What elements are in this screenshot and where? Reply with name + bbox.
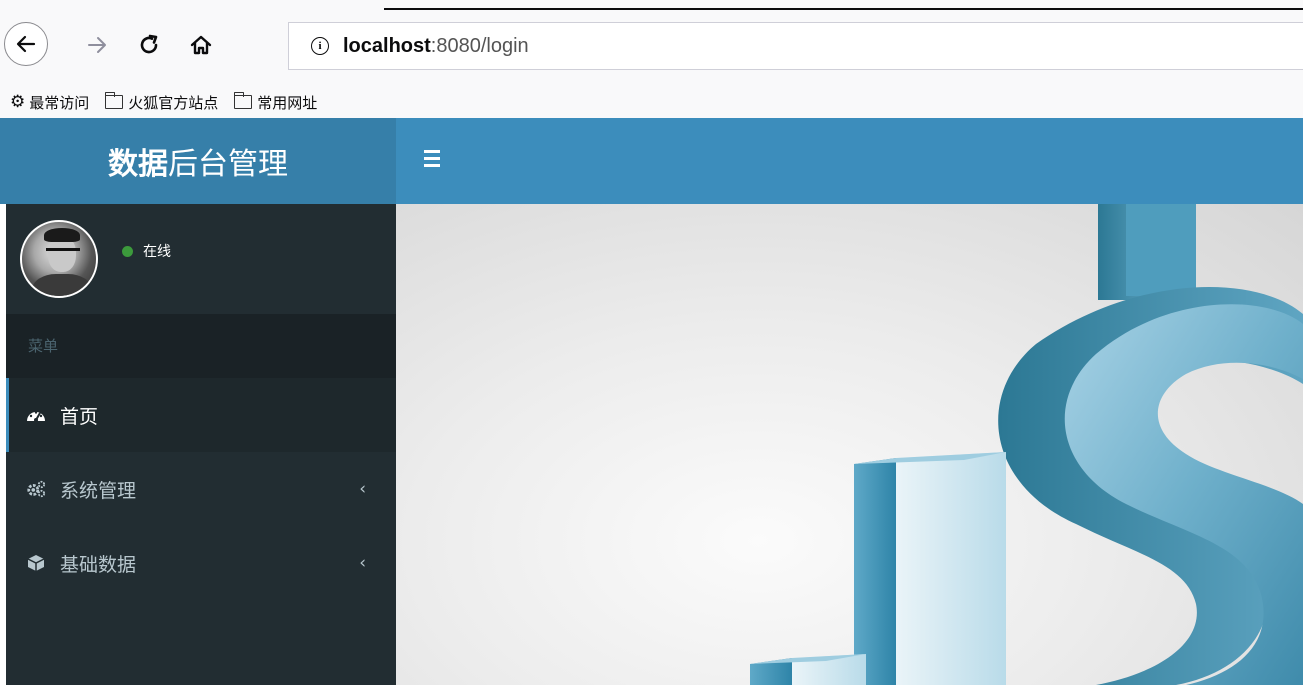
url-host: localhost [343, 34, 431, 57]
folder-icon [233, 92, 253, 109]
chevron-left-icon: ‹ [359, 553, 366, 573]
bookmark-firefox-site[interactable]: 火狐官方站点 [104, 92, 219, 113]
back-button[interactable] [4, 22, 48, 66]
home-icon [190, 35, 212, 55]
site-info-icon[interactable]: i [311, 37, 329, 55]
cube-icon [26, 554, 46, 572]
logo-light-text: 后台管理 [168, 147, 288, 182]
dollar-bar-chart-illustration [750, 204, 1303, 685]
tab-strip-edge [384, 8, 1303, 10]
sidebar-item-basic-data[interactable]: 基础数据 ‹ [6, 526, 396, 600]
bookmark-common-sites[interactable]: 常用网址 [233, 92, 318, 113]
bookmark-label: 火狐官方站点 [128, 93, 219, 112]
chevron-left-icon: ‹ [359, 479, 366, 499]
app-logo[interactable]: 数据 后台管理 [0, 118, 396, 204]
logo-bold-text: 数据 [108, 147, 168, 182]
sidebar-item-label: 首页 [60, 405, 99, 428]
sidebar: 在线 菜单 首页 系统管理 ‹ 基础数据 ‹ [6, 204, 396, 685]
home-button[interactable] [184, 28, 218, 62]
sidebar-item-system-management[interactable]: 系统管理 ‹ [6, 452, 396, 526]
folder-icon [104, 92, 124, 109]
user-status: 在线 [122, 241, 171, 261]
browser-toolbar: i localhost:8080/login [0, 0, 1303, 86]
user-panel: 在线 [6, 204, 396, 314]
sidebar-item-label: 系统管理 [60, 479, 137, 502]
bookmarks-toolbar: ⚙ 最常访问 火狐官方站点 常用网址 [0, 86, 1303, 118]
dashboard-icon [26, 407, 46, 423]
bookmark-most-visited[interactable]: ⚙ 最常访问 [10, 92, 89, 113]
status-label: 在线 [143, 244, 171, 260]
bookmark-label: 最常访问 [29, 93, 90, 112]
arrow-left-icon [16, 35, 36, 53]
sidebar-item-home[interactable]: 首页 [6, 378, 396, 452]
url-text[interactable]: localhost:8080/login [343, 35, 529, 58]
avatar [20, 220, 98, 298]
reload-icon [140, 34, 158, 54]
forward-button[interactable] [80, 28, 114, 62]
sidebar-item-label: 基础数据 [60, 553, 137, 576]
address-bar[interactable]: i localhost:8080/login [288, 22, 1303, 70]
main-content [396, 204, 1303, 685]
menu-header: 菜单 [6, 314, 396, 378]
top-navbar [396, 118, 1303, 204]
app-header: 数据 后台管理 [0, 118, 1303, 204]
sidebar-toggle-icon[interactable] [424, 150, 442, 170]
cogs-icon [26, 480, 46, 498]
arrow-right-icon [88, 37, 106, 53]
reload-button[interactable] [132, 28, 166, 62]
url-path: :8080/login [430, 34, 529, 57]
gear-icon: ⚙ [10, 92, 26, 112]
bookmark-label: 常用网址 [257, 93, 318, 112]
online-dot-icon [122, 245, 133, 257]
